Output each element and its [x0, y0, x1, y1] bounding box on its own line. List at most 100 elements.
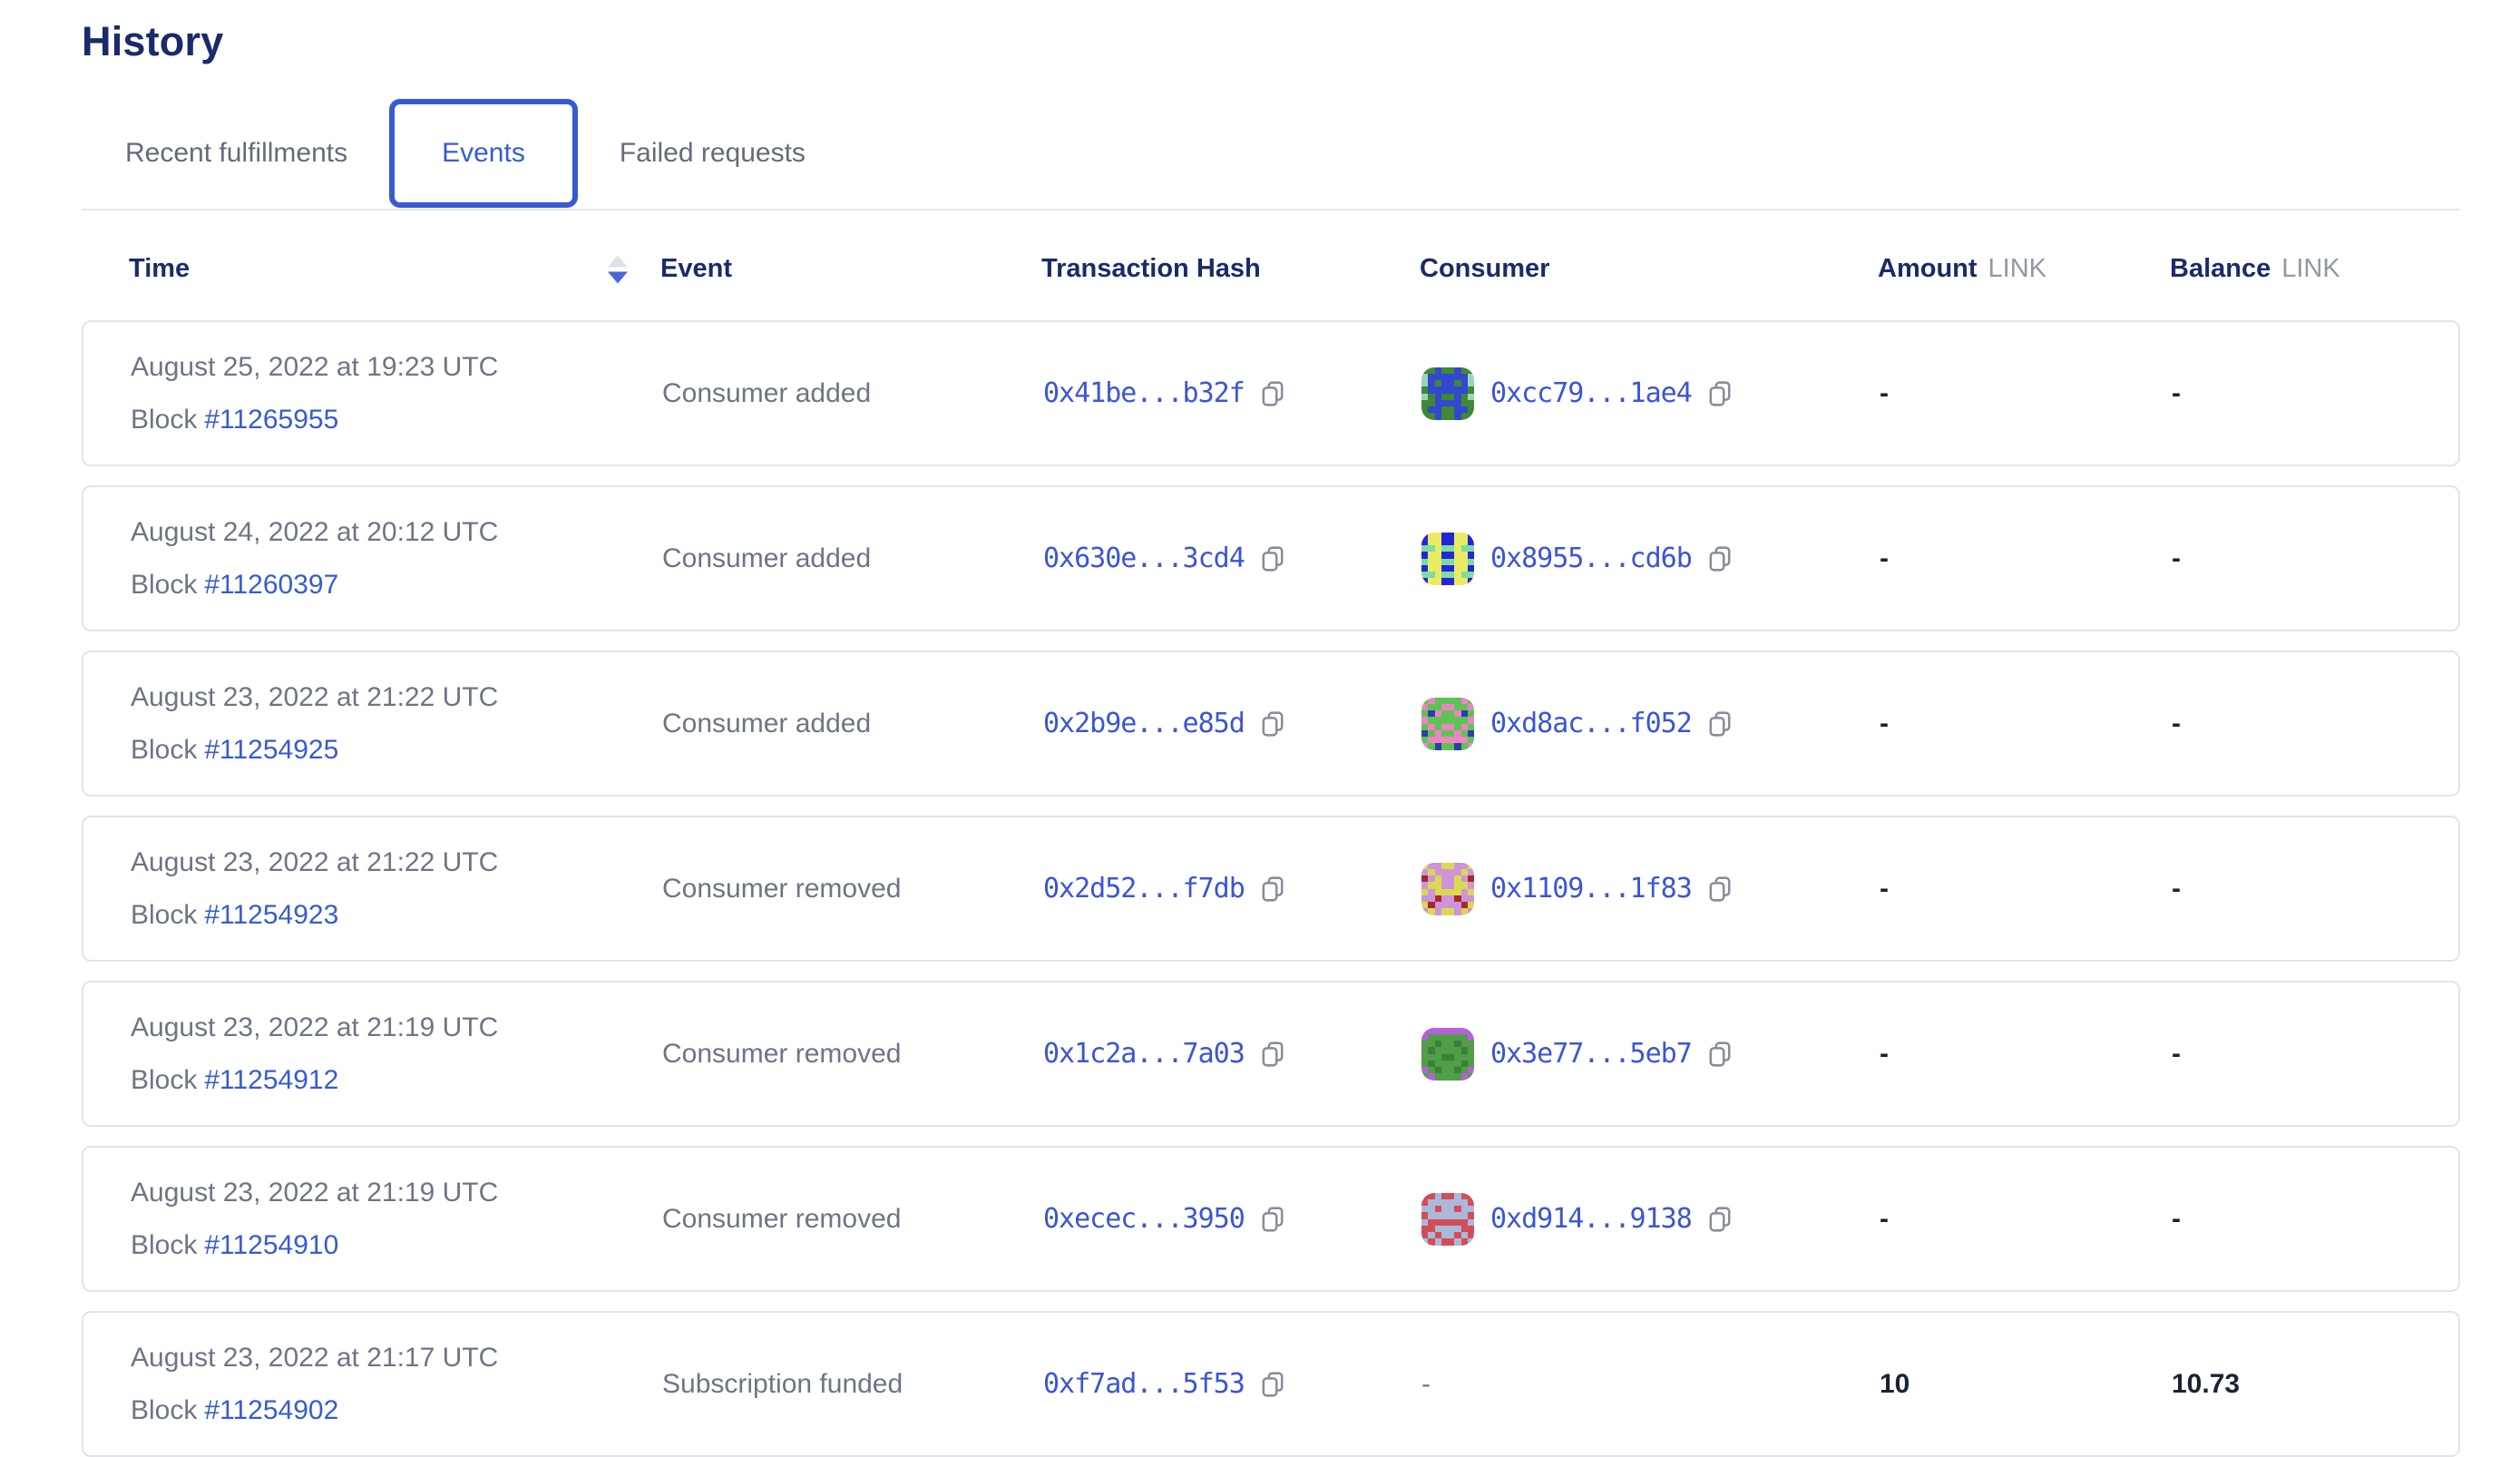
time-cell: August 23, 2022 at 21:19 UTC Block#11254…: [131, 1178, 662, 1261]
block-label: Block: [131, 1230, 197, 1260]
consumer-empty-value: -: [1421, 1369, 1431, 1400]
sort-up-arrow: [608, 255, 628, 267]
consumer-address-link[interactable]: 0xcc79...1ae4: [1490, 377, 1692, 409]
tab-failed-requests[interactable]: Failed requests: [620, 138, 806, 169]
block-line: Block#11254925: [131, 735, 662, 766]
consumer-link-group: 0x3e77...5eb7: [1421, 1028, 1734, 1081]
history-page: History Recent fulfillments Events Faile…: [0, 0, 2520, 1457]
consumer-address-link[interactable]: 0xd8ac...f052: [1490, 708, 1692, 739]
tab-recent-fulfillments[interactable]: Recent fulfillments: [125, 138, 347, 169]
copy-icon[interactable]: [1706, 709, 1734, 739]
tx-hash-link[interactable]: 0x2b9e...e85d: [1043, 708, 1245, 739]
copy-icon[interactable]: [1259, 709, 1286, 739]
column-header-amount: AmountLINK: [1878, 254, 2170, 284]
copy-icon[interactable]: [1259, 874, 1286, 905]
copy-icon[interactable]: [1706, 543, 1734, 574]
column-header-event: Event: [660, 254, 1041, 284]
consumer-cell: 0xd8ac...f052: [1421, 698, 1880, 750]
balance-unit-label: LINK: [2281, 254, 2339, 283]
row-timestamp: August 23, 2022 at 21:22 UTC: [131, 847, 662, 878]
block-label: Block: [131, 1395, 197, 1425]
consumer-link-group: 0xcc79...1ae4: [1421, 367, 1734, 420]
row-timestamp: August 23, 2022 at 21:19 UTC: [131, 1012, 662, 1043]
consumer-address-link[interactable]: 0x3e77...5eb7: [1490, 1038, 1692, 1070]
balance-value: -: [2172, 709, 2458, 739]
copy-icon[interactable]: [1706, 1039, 1734, 1070]
consumer-avatar: [1421, 533, 1474, 585]
column-header-time: Time: [129, 254, 660, 284]
balance-value: -: [2172, 1039, 2458, 1070]
table-row: August 23, 2022 at 21:22 UTC Block#11254…: [82, 816, 2460, 962]
tx-hash-link[interactable]: 0xecec...3950: [1043, 1203, 1245, 1235]
consumer-avatar: [1421, 367, 1474, 420]
copy-icon[interactable]: [1706, 874, 1734, 905]
amount-value: 10: [1880, 1369, 2172, 1400]
amount-value: -: [1880, 874, 2172, 905]
tab-events[interactable]: Events: [389, 99, 578, 208]
balance-value: -: [2172, 543, 2458, 574]
consumer-cell: 0xcc79...1ae4: [1421, 367, 1880, 420]
amount-unit-label: LINK: [1988, 254, 2046, 283]
consumer-avatar: [1421, 863, 1474, 915]
time-cell: August 24, 2022 at 20:12 UTC Block#11260…: [131, 517, 662, 601]
table-row: August 23, 2022 at 21:22 UTC Block#11254…: [82, 650, 2460, 797]
copy-icon[interactable]: [1259, 378, 1286, 409]
block-number-link[interactable]: #11260397: [204, 570, 338, 600]
block-label: Block: [131, 735, 197, 765]
tx-hash-cell: 0x41be...b32f: [1043, 377, 1421, 409]
consumer-cell: 0xd914...9138: [1421, 1193, 1880, 1246]
copy-icon[interactable]: [1259, 1039, 1286, 1070]
block-number-link[interactable]: #11265955: [204, 405, 338, 435]
tx-hash-link[interactable]: 0xf7ad...5f53: [1043, 1368, 1245, 1400]
consumer-cell: 0x3e77...5eb7: [1421, 1028, 1880, 1081]
tx-hash-link[interactable]: 0x2d52...f7db: [1043, 873, 1245, 905]
time-cell: August 23, 2022 at 21:22 UTC Block#11254…: [131, 682, 662, 766]
consumer-cell: 0x8955...cd6b: [1421, 533, 1880, 585]
block-number-link[interactable]: #11254912: [204, 1065, 338, 1095]
block-line: Block#11260397: [131, 570, 662, 601]
consumer-link-group: 0xd8ac...f052: [1421, 698, 1734, 750]
block-line: Block#11254910: [131, 1230, 662, 1261]
table-row: August 23, 2022 at 21:19 UTC Block#11254…: [82, 981, 2460, 1127]
event-type: Consumer removed: [662, 1039, 1043, 1070]
event-type: Consumer added: [662, 543, 1043, 574]
block-line: Block#11254923: [131, 900, 662, 931]
consumer-link-group: 0x8955...cd6b: [1421, 533, 1734, 585]
consumer-address-link[interactable]: 0x1109...1f83: [1490, 873, 1692, 905]
copy-icon[interactable]: [1259, 1204, 1286, 1235]
block-label: Block: [131, 570, 197, 600]
block-number-link[interactable]: #11254923: [204, 900, 338, 930]
consumer-cell: 0x1109...1f83: [1421, 863, 1880, 915]
event-type: Consumer removed: [662, 1204, 1043, 1235]
row-timestamp: August 23, 2022 at 21:19 UTC: [131, 1178, 662, 1208]
tx-hash-cell: 0x630e...3cd4: [1043, 543, 1421, 574]
block-label: Block: [131, 1065, 197, 1095]
tx-hash-cell: 0xecec...3950: [1043, 1203, 1421, 1235]
tx-hash-link[interactable]: 0x41be...b32f: [1043, 377, 1245, 409]
consumer-address-link[interactable]: 0xd914...9138: [1490, 1203, 1692, 1235]
copy-icon[interactable]: [1706, 378, 1734, 409]
tx-hash-link[interactable]: 0x1c2a...7a03: [1043, 1038, 1245, 1070]
block-number-link[interactable]: #11254925: [204, 735, 338, 765]
page-title: History: [82, 18, 2520, 65]
table-row: August 23, 2022 at 21:19 UTC Block#11254…: [82, 1146, 2460, 1292]
sort-descending-icon[interactable]: [608, 255, 628, 283]
event-type: Consumer removed: [662, 874, 1043, 905]
event-type: Consumer added: [662, 378, 1043, 409]
copy-icon[interactable]: [1259, 543, 1286, 574]
block-number-link[interactable]: #11254902: [204, 1395, 338, 1425]
consumer-avatar: [1421, 698, 1474, 750]
table-row: August 25, 2022 at 19:23 UTC Block#11265…: [82, 320, 2460, 466]
block-number-link[interactable]: #11254910: [204, 1230, 338, 1260]
column-header-balance: BalanceLINK: [2170, 254, 2460, 284]
amount-value: -: [1880, 709, 2172, 739]
column-header-consumer: Consumer: [1420, 254, 1878, 284]
amount-value: -: [1880, 543, 2172, 574]
consumer-address-link[interactable]: 0x8955...cd6b: [1490, 543, 1692, 574]
copy-icon[interactable]: [1706, 1204, 1734, 1235]
copy-icon[interactable]: [1259, 1369, 1286, 1400]
tx-hash-link[interactable]: 0x630e...3cd4: [1043, 543, 1245, 574]
time-cell: August 25, 2022 at 19:23 UTC Block#11265…: [131, 352, 662, 435]
balance-value: -: [2172, 378, 2458, 409]
consumer-link-group: 0xd914...9138: [1421, 1193, 1734, 1246]
